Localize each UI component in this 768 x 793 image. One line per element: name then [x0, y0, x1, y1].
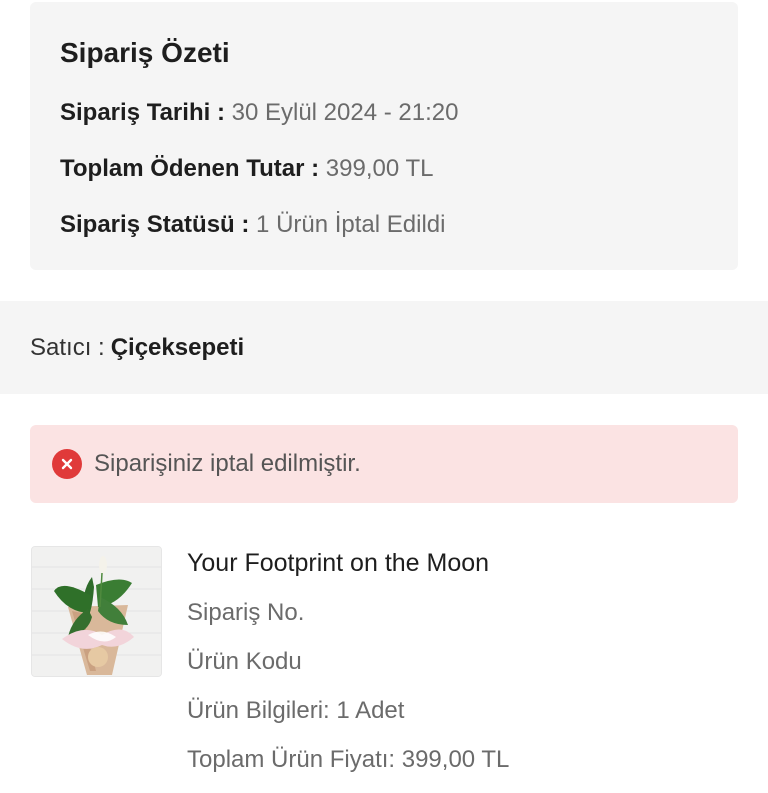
order-status-row: Sipariş Statüsü : 1 Ürün İptal Edildi [60, 210, 708, 240]
product-quantity: Ürün Bilgileri: 1 Adet [187, 697, 405, 724]
order-date-label: Sipariş Tarihi : [60, 99, 225, 126]
product-title-link[interactable]: Your Footprint on the Moon [187, 545, 747, 581]
order-status-label: Sipariş Statüsü : [60, 211, 250, 238]
cancel-alert-message: Siparişiniz iptal edilmiştir. [94, 450, 361, 477]
order-total-label: Toplam Ödenen Tutar : [60, 155, 320, 182]
seller-bar: Satıcı : Çiçeksepeti [0, 301, 768, 394]
close-circle-icon [52, 449, 82, 479]
summary-title: Sipariş Özeti [60, 37, 230, 68]
order-number: Sipariş No. [187, 599, 305, 626]
product-code: Ürün Kodu [187, 648, 302, 675]
order-date-row: Sipariş Tarihi : 30 Eylül 2024 - 21:20 [60, 98, 708, 128]
seller-name-link[interactable]: Çiçeksepeti [111, 334, 244, 362]
product-total-price: Toplam Ürün Fiyatı: 399,00 TL [187, 746, 510, 773]
order-date-value: 30 Eylül 2024 - 21:20 [231, 99, 459, 126]
order-status-value: 1 Ürün İptal Edildi [256, 211, 446, 238]
plant-bouquet-image [32, 547, 161, 676]
order-total-value: 399,00 TL [325, 155, 434, 182]
seller-label: Satıcı : [30, 333, 105, 361]
order-summary-card: Sipariş Özeti Sipariş Tarihi : 30 Eylül … [30, 2, 738, 270]
product-info: Your Footprint on the Moon Sipariş No. Ü… [187, 545, 747, 793]
order-total-row: Toplam Ödenen Tutar : 399,00 TL [60, 154, 708, 184]
cancel-alert: Siparişiniz iptal edilmiştir. [30, 425, 738, 503]
product-image[interactable] [31, 546, 162, 677]
